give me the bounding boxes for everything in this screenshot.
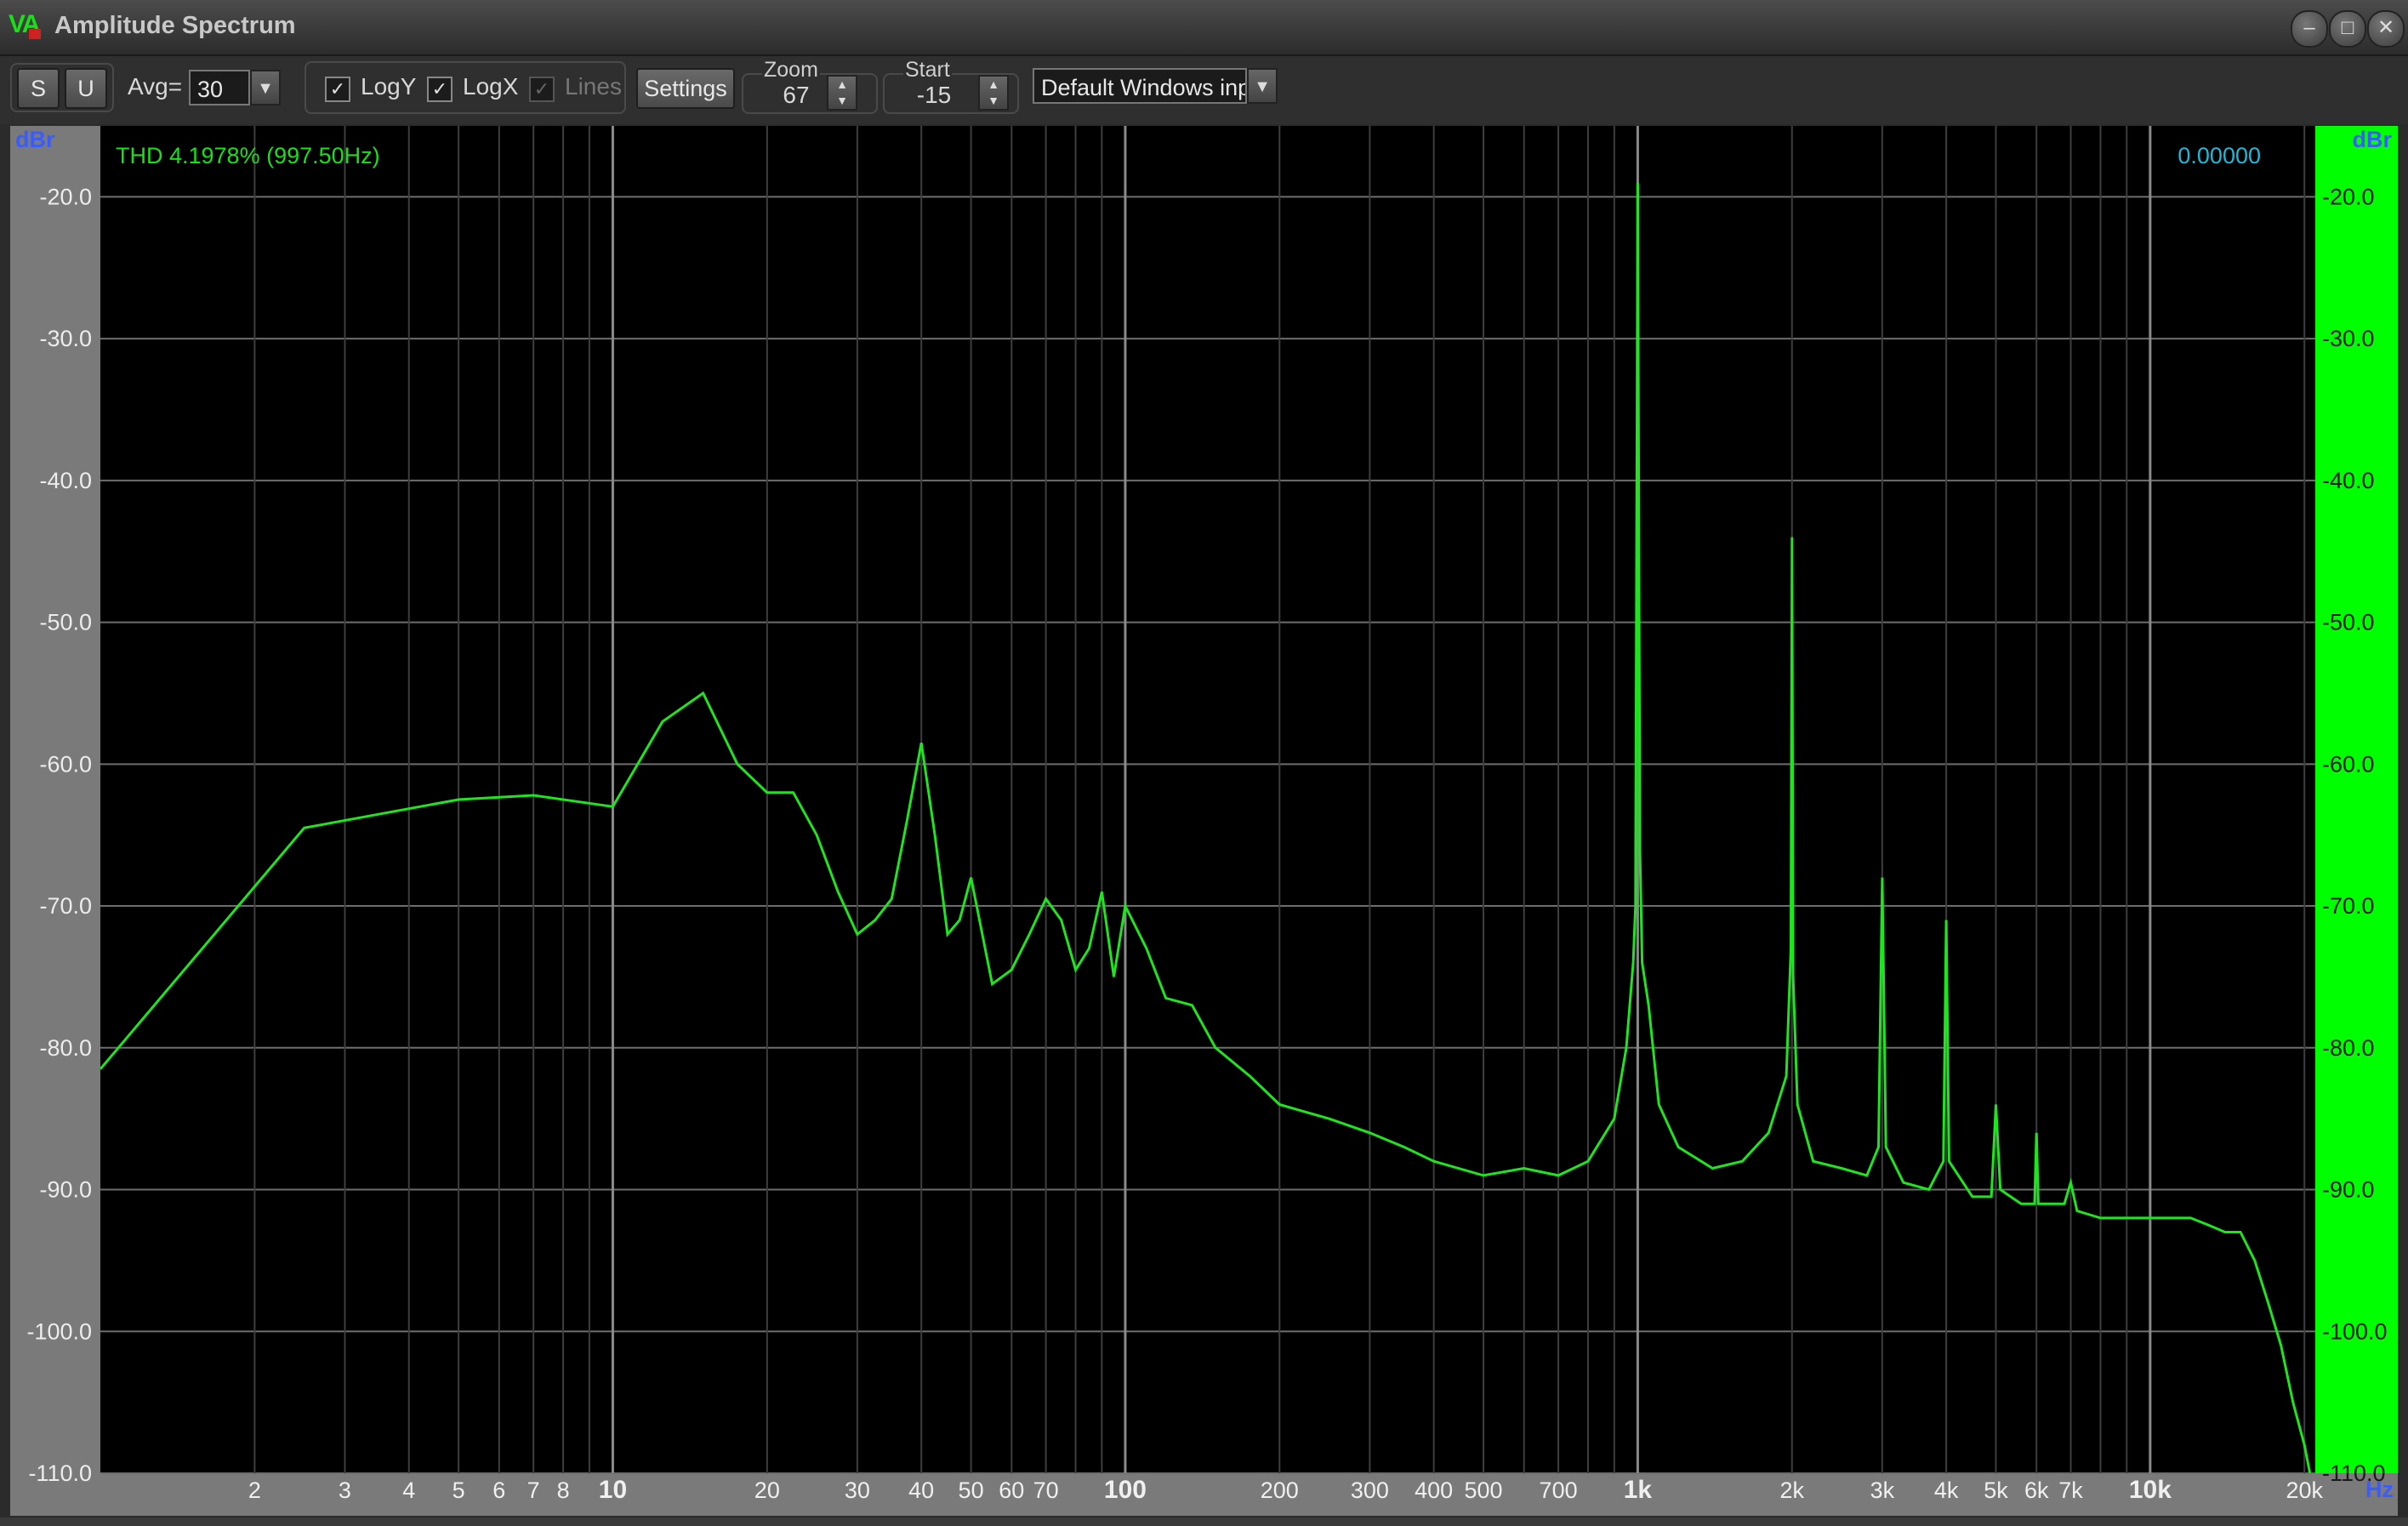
x-tick-label: 20k — [2286, 1478, 2323, 1503]
y-tick-label: -70.0 — [39, 893, 92, 919]
x-tick-label: 10k — [2129, 1476, 2172, 1504]
y-tick-label: -110.0 — [28, 1461, 92, 1486]
x-tick-label: 3 — [339, 1478, 351, 1503]
y-tick-label: -50.0 — [39, 610, 92, 635]
y-tick-label-right: -20.0 — [2322, 184, 2375, 209]
x-tick-label: 4k — [1934, 1478, 1959, 1503]
y-tick-label: -100.0 — [26, 1318, 92, 1344]
x-tick-label: 40 — [908, 1478, 934, 1503]
x-tick-label: 1k — [1624, 1476, 1653, 1504]
x-tick-label: 5 — [453, 1478, 465, 1503]
y-tick-label: -90.0 — [39, 1177, 92, 1203]
y-tick-label: -60.0 — [39, 751, 92, 777]
x-tick-label: 400 — [1415, 1478, 1453, 1503]
x-tick-label: 30 — [845, 1478, 870, 1503]
x-tick-label: 7 — [527, 1478, 540, 1503]
window-bottom-border — [0, 1517, 2408, 1526]
x-unit: Hz — [2365, 1477, 2394, 1502]
y-tick-label-right: -60.0 — [2322, 751, 2375, 777]
plot-area — [100, 126, 2315, 1473]
x-tick-label: 2k — [1780, 1478, 1805, 1503]
y-tick-label-right: -70.0 — [2322, 893, 2375, 919]
x-tick-label: 50 — [959, 1478, 984, 1503]
x-tick-label: 7k — [2058, 1478, 2083, 1503]
y-tick-label-right: -80.0 — [2322, 1035, 2375, 1061]
y-tick-label: -20.0 — [39, 184, 92, 209]
y-tick-label: -40.0 — [39, 468, 92, 493]
x-tick-label: 200 — [1261, 1478, 1299, 1503]
x-tick-label: 60 — [999, 1478, 1024, 1503]
y-tick-label-right: -40.0 — [2322, 468, 2375, 493]
x-tick-label: 10 — [599, 1476, 627, 1504]
x-tick-label: 100 — [1104, 1476, 1147, 1504]
x-tick-label: 8 — [557, 1478, 570, 1503]
spectrum-chart[interactable]: -20.0 -30.0 -40.0 -50.0 -60.0 -70.0 -80.0 -90.0… — [0, 0, 2408, 1526]
x-tick-label: 2 — [248, 1478, 261, 1503]
value-readout: 0.00000 — [2177, 143, 2261, 168]
x-tick-label: 4 — [402, 1478, 415, 1503]
y-tick-label: -30.0 — [39, 326, 92, 351]
x-tick-label: 700 — [1540, 1478, 1578, 1503]
x-tick-label: 500 — [1465, 1478, 1503, 1503]
x-tick-label: 300 — [1351, 1478, 1389, 1503]
y-unit-left: dBr — [15, 127, 55, 152]
x-tick-label: 20 — [754, 1478, 780, 1503]
y-tick-label-right: -100.0 — [2322, 1318, 2388, 1344]
x-tick-label: 5k — [1984, 1478, 2008, 1503]
x-tick-label: 6k — [2024, 1478, 2049, 1503]
y-unit-right: dBr — [2353, 127, 2393, 152]
y-tick-label-right: -90.0 — [2322, 1177, 2375, 1203]
x-tick-label: 70 — [1033, 1478, 1059, 1503]
y-tick-label-right: -50.0 — [2322, 610, 2375, 635]
y-tick-label-right: -30.0 — [2322, 326, 2375, 351]
x-tick-label: 6 — [492, 1478, 505, 1503]
thd-readout: THD 4.1978% (997.50Hz) — [116, 143, 380, 168]
x-tick-label: 3k — [1870, 1478, 1895, 1503]
y-tick-label: -80.0 — [39, 1035, 92, 1061]
